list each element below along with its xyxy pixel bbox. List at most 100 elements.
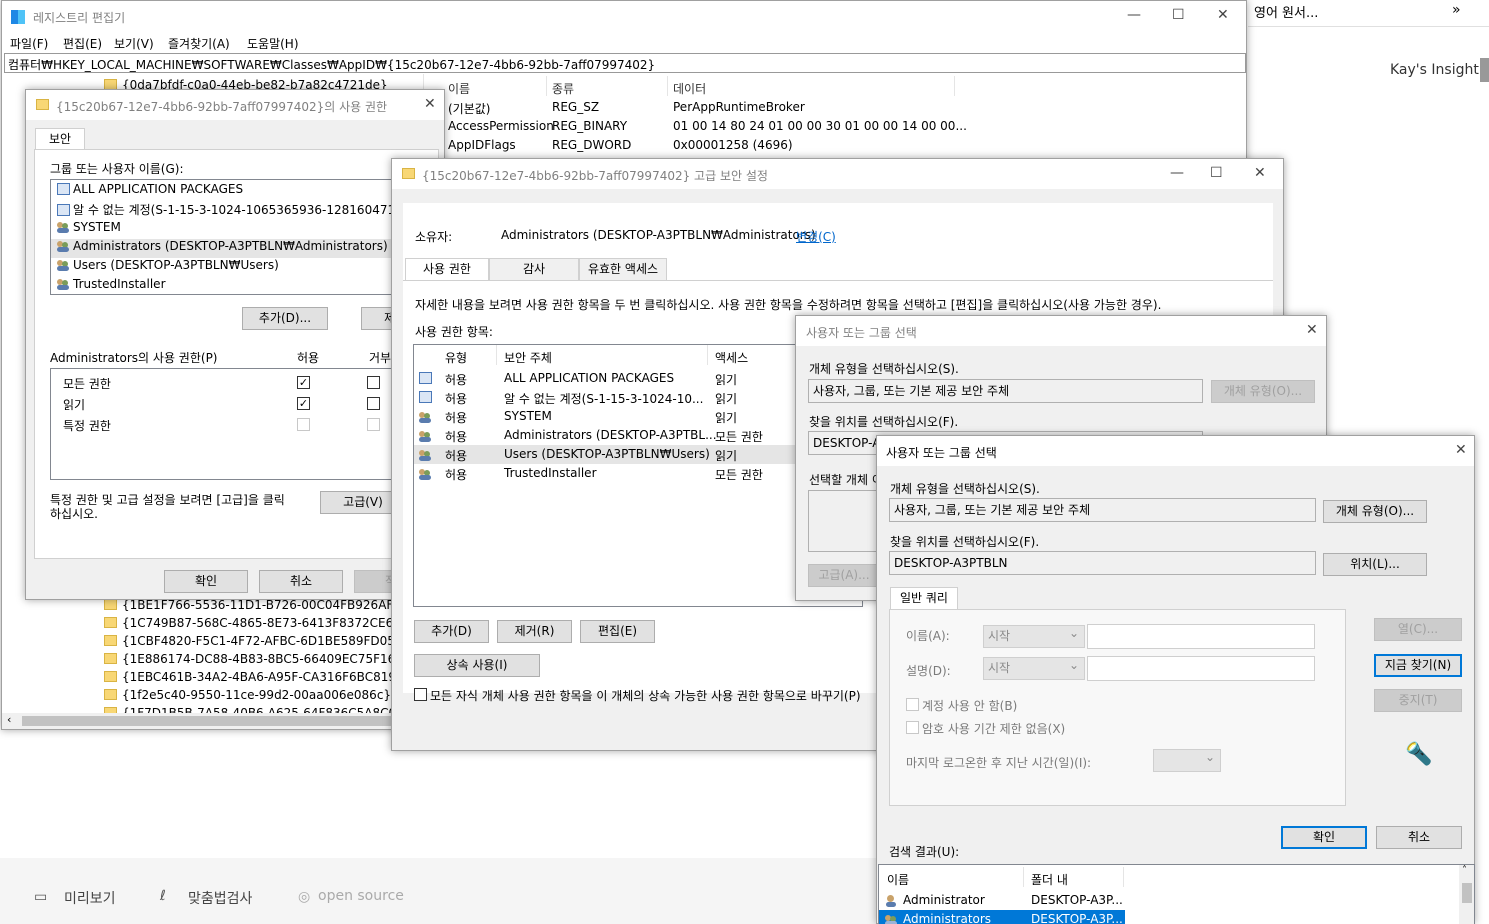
value-row[interactable]: AppIDFlags REG_DWORD 0x00001258 (4696) <box>424 138 1248 157</box>
tab-security[interactable]: 보안 <box>35 128 85 150</box>
col-header-name[interactable]: 이름 <box>887 871 909 888</box>
scroll-up-icon[interactable]: ˄ <box>1462 865 1467 876</box>
menu-file[interactable]: 파일(F) <box>10 35 48 52</box>
tab-common-queries[interactable]: 일반 쿼리 <box>890 587 958 609</box>
open-source-button[interactable]: open source <box>318 888 404 904</box>
search-flashlight-icon: 🔦 <box>1405 742 1433 767</box>
maximize-icon[interactable]: ☐ <box>1210 165 1223 181</box>
divider <box>1248 26 1489 27</box>
browser-tab-text[interactable]: 영어 원서... <box>1254 2 1318 21</box>
menu-favorites[interactable]: 즐겨찾기(A) <box>168 35 230 52</box>
value-row[interactable]: AccessPermission REG_BINARY 01 00 14 80 … <box>424 119 1248 138</box>
list-item[interactable]: SYSTEM <box>51 220 439 239</box>
maximize-icon[interactable]: ☐ <box>1172 7 1185 23</box>
replace-child-checkbox[interactable] <box>414 688 427 701</box>
ok-button[interactable]: 확인 <box>164 570 248 593</box>
permissions-titlebar[interactable]: {15c20b67-12e7-4bb6-92bb-7aff07997402}의 … <box>26 90 444 120</box>
location-field: DESKTOP-A3PTBLN <box>889 551 1316 575</box>
add-user-button[interactable]: 추가(D)... <box>242 307 328 330</box>
minimize-icon[interactable]: — <box>1170 165 1184 181</box>
entry-type: 허용 <box>445 411 468 425</box>
tree-item[interactable]: {1CBF4820-F5C1-4F72-AFBC-6D1BE589FD05} <box>104 634 403 648</box>
object-types-button[interactable]: 개체 유형(O)... <box>1323 500 1427 523</box>
edit-entry-button[interactable]: 편집(E) <box>580 620 655 643</box>
close-icon[interactable]: ✕ <box>424 96 436 112</box>
table-row[interactable]: Administrators DESKTOP-A3P... <box>879 910 1125 924</box>
advanced-titlebar[interactable]: {15c20b67-12e7-4bb6-92bb-7aff07997402} 고… <box>392 159 1283 189</box>
deny-checkbox[interactable] <box>367 376 380 389</box>
list-item[interactable]: 알 수 없는 계정(S-1-15-3-1024-1065365936-12816… <box>51 201 439 220</box>
value-row[interactable]: (기본값) REG_SZ PerAppRuntimeBroker <box>424 100 1248 119</box>
list-item[interactable]: ALL APPLICATION PACKAGES <box>51 182 439 201</box>
add-entry-button[interactable]: 추가(D) <box>414 620 489 643</box>
close-icon[interactable]: ✕ <box>1306 322 1318 338</box>
entry-access: 모든 권한 <box>715 430 763 444</box>
locations-button[interactable]: 위치(L)... <box>1323 553 1427 576</box>
advanced-search-button: 고급(A)... <box>808 564 880 587</box>
location-label: 찾을 위치를 선택하십시오(F). <box>890 535 1040 549</box>
results-label: 검색 결과(U): <box>889 845 960 859</box>
list-item[interactable]: Users (DESKTOP-A3PTBLN₩Users) <box>51 258 439 277</box>
tabs-overflow-chevron-icon[interactable]: » <box>1452 2 1461 18</box>
enable-inheritance-button[interactable]: 상속 사용(I) <box>414 654 540 677</box>
menu-edit[interactable]: 편집(E) <box>63 35 102 52</box>
allow-checkbox[interactable]: ✓ <box>297 376 310 389</box>
tree-item[interactable]: {1f2e5c40-9550-11ce-99d2-00aa006e086c} <box>104 688 391 702</box>
package-icon <box>419 372 432 384</box>
find-now-button[interactable]: 지금 찾기(N) <box>1374 654 1462 677</box>
col-header-principal[interactable]: 보안 주체 <box>504 349 552 366</box>
tab-permissions[interactable]: 사용 권한 <box>405 258 489 280</box>
menu-help[interactable]: 도움말(H) <box>247 35 299 52</box>
close-icon[interactable]: ✕ <box>1217 7 1229 23</box>
permissions-title: {15c20b67-12e7-4bb6-92bb-7aff07997402}의 … <box>56 100 388 114</box>
tab-auditing[interactable]: 감사 <box>489 258 579 280</box>
remove-entry-button[interactable]: 제거(R) <box>497 620 572 643</box>
select-user-titlebar-2[interactable]: 사용자 또는 그룹 선택 ✕ <box>877 436 1474 466</box>
preview-button[interactable]: 미리보기 <box>64 888 116 908</box>
col-header-type[interactable]: 종류 <box>552 80 574 97</box>
table-row[interactable]: Administrator DESKTOP-A3P... <box>879 891 1125 910</box>
regedit-titlebar[interactable]: 레지스트리 편집기 — ☐ ✕ <box>2 1 1246 31</box>
scroll-thumb[interactable] <box>1462 883 1472 903</box>
cancel-button[interactable]: 취소 <box>259 570 343 593</box>
cancel-button[interactable]: 취소 <box>1376 826 1462 849</box>
spellcheck-button[interactable]: 맞춤법검사 <box>188 888 252 908</box>
close-icon[interactable]: ✕ <box>1254 165 1266 181</box>
deny-checkbox[interactable] <box>367 397 380 410</box>
minimize-icon[interactable]: — <box>1127 7 1141 23</box>
permission-name: 모든 권한 <box>63 377 111 391</box>
tree-hscrollbar[interactable]: ‹ <box>2 713 422 729</box>
tree-item[interactable]: {1E886174-DC88-4B83-8BC5-66409EC75F16} <box>104 652 403 666</box>
scroll-thumb[interactable] <box>22 716 402 726</box>
tab-effective-access[interactable]: 유효한 액세스 <box>579 258 667 280</box>
select-user-titlebar-1[interactable]: 사용자 또는 그룹 선택 ✕ <box>796 316 1326 346</box>
col-divider <box>667 76 668 96</box>
owner-label: 소유자: <box>415 230 453 244</box>
scroll-left-icon[interactable]: ‹ <box>7 713 11 726</box>
select-user-title-2: 사용자 또는 그룹 선택 <box>886 446 997 460</box>
col-header-folder[interactable]: 폴더 내 <box>1031 871 1068 888</box>
select-user-title-1: 사용자 또는 그룹 선택 <box>806 326 917 340</box>
close-icon[interactable]: ✕ <box>1455 442 1467 458</box>
col-header-type[interactable]: 유형 <box>445 349 467 366</box>
regedit-title: 레지스트리 편집기 <box>33 11 126 25</box>
user-name: Administrators (DESKTOP-A3PTBLN₩Administ… <box>73 239 388 253</box>
blog-title[interactable]: Kay's Insight <box>1390 62 1479 78</box>
tree-item[interactable]: {1BE1F766-5536-11D1-B726-00C04FB926AF} <box>104 598 401 612</box>
list-item[interactable]: TrustedInstaller <box>51 277 439 294</box>
list-item[interactable]: Administrators (DESKTOP-A3PTBLN₩Administ… <box>51 239 439 258</box>
unknown-account-icon <box>419 391 432 403</box>
results-vscrollbar[interactable]: ˄ <box>1459 865 1474 924</box>
col-header-access[interactable]: 액세스 <box>715 349 748 366</box>
col-header-data[interactable]: 데이터 <box>673 80 706 97</box>
tree-item[interactable]: {1C749B87-568C-4865-8E73-6413F8372CE6} <box>104 616 401 630</box>
tree-item[interactable]: {1EBC461B-34A2-4BA6-A95F-CA316F6BC819} <box>104 670 404 684</box>
description-label: 설명(D): <box>906 664 951 678</box>
change-owner-link[interactable]: 변경(C) <box>796 228 836 245</box>
menu-view[interactable]: 보기(V) <box>114 35 154 52</box>
col-header-name[interactable]: 이름 <box>448 80 470 97</box>
address-bar[interactable]: 컴퓨터₩HKEY_LOCAL_MACHINE₩SOFTWARE₩Classes₩… <box>4 53 1246 73</box>
allow-checkbox[interactable]: ✓ <box>297 397 310 410</box>
users-icon <box>57 278 70 290</box>
ok-button[interactable]: 확인 <box>1281 826 1367 849</box>
